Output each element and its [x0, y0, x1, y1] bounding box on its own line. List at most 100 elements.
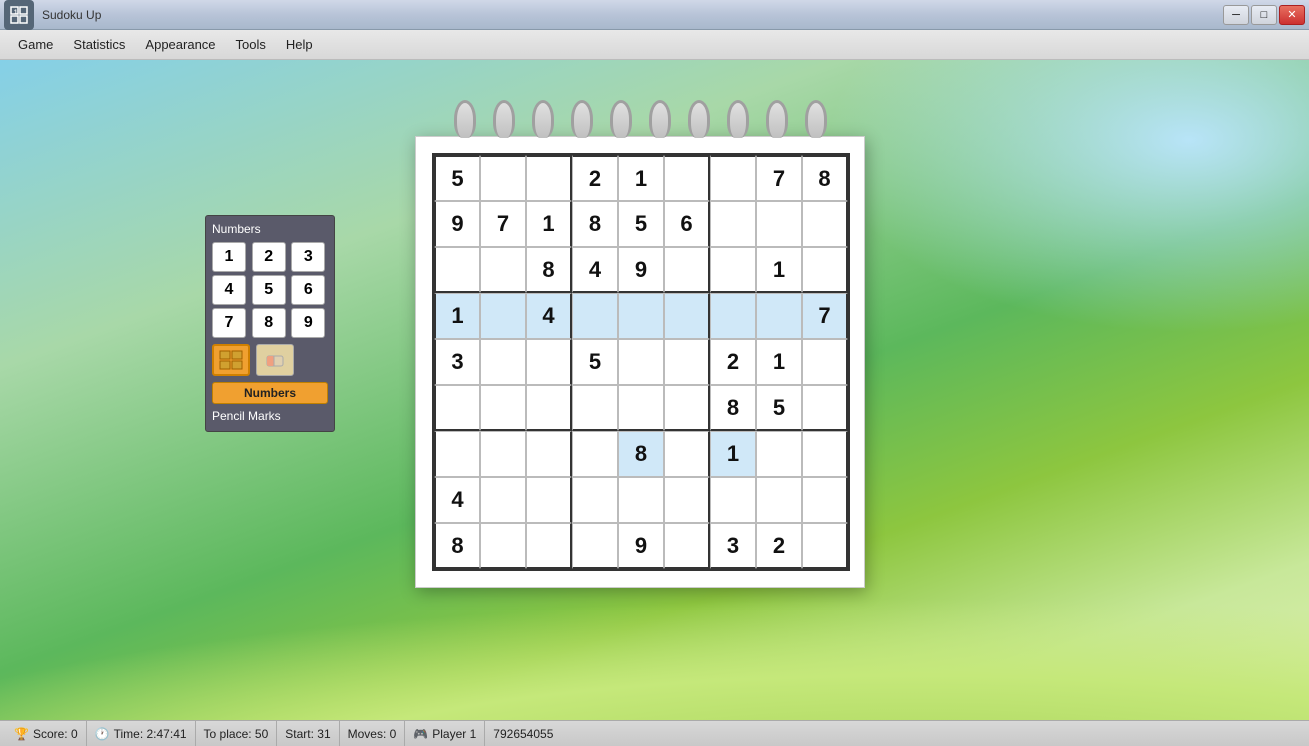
sudoku-cell[interactable]: [526, 477, 572, 523]
sudoku-cell[interactable]: [756, 201, 802, 247]
sudoku-cell[interactable]: [572, 293, 618, 339]
sudoku-cell[interactable]: [710, 247, 756, 293]
sudoku-cell[interactable]: 9: [434, 201, 480, 247]
num-btn-5[interactable]: 5: [252, 275, 286, 305]
sudoku-cell[interactable]: [664, 431, 710, 477]
num-btn-9[interactable]: 9: [291, 308, 325, 338]
sudoku-cell[interactable]: 1: [710, 431, 756, 477]
sudoku-cell[interactable]: 8: [434, 523, 480, 569]
sudoku-cell[interactable]: [572, 431, 618, 477]
sudoku-cell[interactable]: [480, 247, 526, 293]
sudoku-cell[interactable]: [802, 431, 848, 477]
sudoku-cell[interactable]: 9: [618, 247, 664, 293]
sudoku-cell[interactable]: [802, 523, 848, 569]
sudoku-cell[interactable]: [480, 385, 526, 431]
sudoku-cell[interactable]: [618, 477, 664, 523]
sudoku-cell[interactable]: [756, 293, 802, 339]
sudoku-cell[interactable]: 7: [802, 293, 848, 339]
sudoku-cell[interactable]: [434, 431, 480, 477]
num-btn-4[interactable]: 4: [212, 275, 246, 305]
pencil-marks-label[interactable]: Pencil Marks: [212, 409, 281, 423]
sudoku-cell[interactable]: [572, 523, 618, 569]
sudoku-cell[interactable]: 1: [618, 155, 664, 201]
sudoku-cell[interactable]: [664, 155, 710, 201]
sudoku-cell[interactable]: [480, 339, 526, 385]
sudoku-cell[interactable]: [526, 431, 572, 477]
menu-tools[interactable]: Tools: [226, 33, 276, 56]
sudoku-cell[interactable]: [802, 385, 848, 431]
num-btn-3[interactable]: 3: [291, 242, 325, 272]
sudoku-cell[interactable]: [710, 293, 756, 339]
eraser-tool-btn[interactable]: [256, 344, 294, 376]
sudoku-cell[interactable]: [526, 155, 572, 201]
menu-game[interactable]: Game: [8, 33, 63, 56]
num-btn-2[interactable]: 2: [252, 242, 286, 272]
sudoku-cell[interactable]: [526, 385, 572, 431]
sudoku-cell[interactable]: 8: [802, 155, 848, 201]
sudoku-cell[interactable]: [710, 201, 756, 247]
sudoku-cell[interactable]: [572, 385, 618, 431]
sudoku-cell[interactable]: 5: [572, 339, 618, 385]
sudoku-cell[interactable]: [618, 339, 664, 385]
sudoku-cell[interactable]: [434, 247, 480, 293]
num-btn-6[interactable]: 6: [291, 275, 325, 305]
sudoku-cell[interactable]: 8: [572, 201, 618, 247]
sudoku-cell[interactable]: 4: [572, 247, 618, 293]
sudoku-cell[interactable]: [802, 477, 848, 523]
sudoku-cell[interactable]: 4: [434, 477, 480, 523]
sudoku-cell[interactable]: [618, 293, 664, 339]
close-button[interactable]: ✕: [1279, 5, 1305, 25]
sudoku-cell[interactable]: 1: [526, 201, 572, 247]
sudoku-cell[interactable]: [480, 293, 526, 339]
sudoku-cell[interactable]: [664, 385, 710, 431]
sudoku-cell[interactable]: 8: [710, 385, 756, 431]
sudoku-grid[interactable]: 5217897185684911473521858148932: [432, 153, 850, 571]
sudoku-cell[interactable]: 8: [618, 431, 664, 477]
sudoku-cell[interactable]: [434, 385, 480, 431]
num-btn-7[interactable]: 7: [212, 308, 246, 338]
sudoku-cell[interactable]: [526, 523, 572, 569]
num-btn-1[interactable]: 1: [212, 242, 246, 272]
menu-statistics[interactable]: Statistics: [63, 33, 135, 56]
numbers-mode-btn[interactable]: Numbers: [212, 382, 328, 404]
sudoku-cell[interactable]: [480, 477, 526, 523]
sudoku-cell[interactable]: 3: [710, 523, 756, 569]
sudoku-cell[interactable]: [480, 523, 526, 569]
menu-help[interactable]: Help: [276, 33, 323, 56]
sudoku-cell[interactable]: [480, 431, 526, 477]
sudoku-cell[interactable]: 3: [434, 339, 480, 385]
sudoku-cell[interactable]: 5: [756, 385, 802, 431]
num-btn-8[interactable]: 8: [252, 308, 286, 338]
sudoku-cell[interactable]: 9: [618, 523, 664, 569]
sudoku-cell[interactable]: 5: [618, 201, 664, 247]
sudoku-cell[interactable]: [710, 155, 756, 201]
maximize-button[interactable]: □: [1251, 5, 1277, 25]
sudoku-cell[interactable]: [664, 523, 710, 569]
sudoku-cell[interactable]: [618, 385, 664, 431]
sudoku-cell[interactable]: [664, 247, 710, 293]
sudoku-cell[interactable]: [664, 339, 710, 385]
sudoku-cell[interactable]: 6: [664, 201, 710, 247]
sudoku-cell[interactable]: 2: [572, 155, 618, 201]
sudoku-cell[interactable]: [664, 293, 710, 339]
sudoku-cell[interactable]: 7: [480, 201, 526, 247]
sudoku-cell[interactable]: 4: [526, 293, 572, 339]
sudoku-cell[interactable]: 5: [434, 155, 480, 201]
sudoku-cell[interactable]: [802, 247, 848, 293]
menu-appearance[interactable]: Appearance: [135, 33, 225, 56]
sudoku-cell[interactable]: [710, 477, 756, 523]
sudoku-cell[interactable]: 7: [756, 155, 802, 201]
sudoku-cell[interactable]: [802, 339, 848, 385]
grid-tool-btn[interactable]: [212, 344, 250, 376]
sudoku-cell[interactable]: [480, 155, 526, 201]
minimize-button[interactable]: ─: [1223, 5, 1249, 25]
sudoku-cell[interactable]: 2: [710, 339, 756, 385]
sudoku-cell[interactable]: [756, 477, 802, 523]
sudoku-cell[interactable]: [756, 431, 802, 477]
sudoku-cell[interactable]: 8: [526, 247, 572, 293]
sudoku-cell[interactable]: 2: [756, 523, 802, 569]
sudoku-cell[interactable]: [802, 201, 848, 247]
sudoku-cell[interactable]: 1: [756, 339, 802, 385]
sudoku-cell[interactable]: 1: [756, 247, 802, 293]
sudoku-cell[interactable]: [664, 477, 710, 523]
